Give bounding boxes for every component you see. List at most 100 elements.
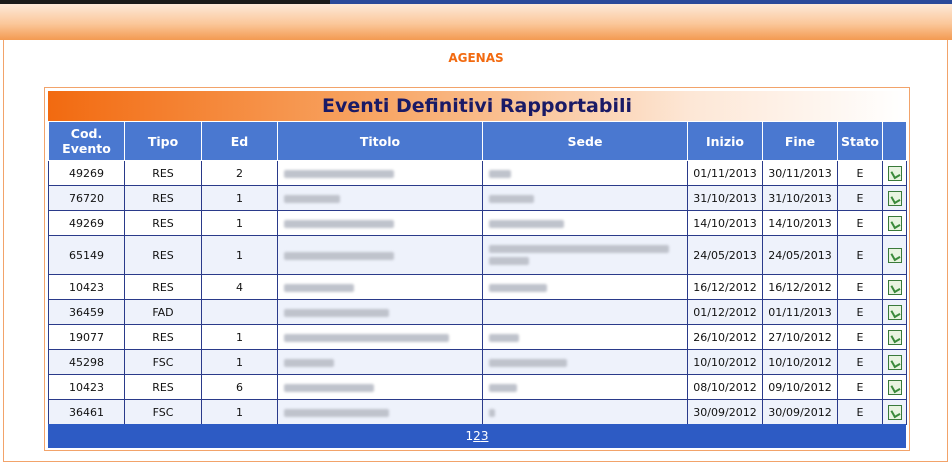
cell-inizio: 01/11/2013 <box>687 160 763 186</box>
cell-sede <box>482 160 688 186</box>
cell-cod-evento: 76720 <box>48 185 125 211</box>
edit-report-icon[interactable] <box>887 215 902 231</box>
org-name: AGENAS <box>448 51 504 65</box>
cell-cod-evento: 19077 <box>48 324 125 350</box>
title-bar: Eventi Definitivi Rapportabili <box>48 91 906 121</box>
redacted-text <box>489 333 519 342</box>
cell-sede <box>482 274 688 300</box>
cell-cod-evento: 65149 <box>48 235 125 275</box>
header-band <box>0 4 952 40</box>
cell-sede <box>482 324 688 350</box>
table-row[interactable]: 36459 FAD 01/12/2012 01/11/2013 E <box>48 299 907 325</box>
redacted-text <box>489 257 529 265</box>
page-link-2[interactable]: 2 <box>473 429 481 443</box>
cell-inizio: 26/10/2012 <box>687 324 763 350</box>
cell-sede <box>482 210 688 236</box>
col-sede[interactable]: Sede <box>482 121 688 161</box>
cell-sede <box>482 349 688 375</box>
redacted-text <box>489 283 547 292</box>
redacted-text <box>284 251 394 260</box>
edit-report-icon[interactable] <box>887 379 902 395</box>
cell-action <box>882 235 907 275</box>
table-header-row: Cod. Evento Tipo Ed Titolo Sede Inizio F… <box>48 121 907 161</box>
redacted-text <box>489 194 534 203</box>
redacted-text <box>284 358 334 367</box>
edit-report-icon[interactable] <box>887 247 902 263</box>
cell-fine: 24/05/2013 <box>762 235 838 275</box>
col-fine[interactable]: Fine <box>762 121 838 161</box>
cell-inizio: 08/10/2012 <box>687 374 763 400</box>
redacted-text <box>489 169 511 178</box>
cell-fine: 31/10/2013 <box>762 185 838 211</box>
redacted-text <box>284 408 389 417</box>
cell-action <box>882 160 907 186</box>
cell-ed: 1 <box>201 399 278 425</box>
cell-inizio: 14/10/2013 <box>687 210 763 236</box>
col-inizio[interactable]: Inizio <box>687 121 763 161</box>
cell-cod-evento: 49269 <box>48 160 125 186</box>
col-tipo[interactable]: Tipo <box>124 121 202 161</box>
cell-fine: 09/10/2012 <box>762 374 838 400</box>
edit-report-icon[interactable] <box>887 354 902 370</box>
table-row[interactable]: 19077 RES 1 26/10/2012 27/10/2012 E <box>48 324 907 350</box>
col-cod-evento[interactable]: Cod. Evento <box>48 121 125 161</box>
cell-fine: 01/11/2013 <box>762 299 838 325</box>
events-table: Cod. Evento Tipo Ed Titolo Sede Inizio F… <box>48 121 907 425</box>
edit-report-icon[interactable] <box>887 190 902 206</box>
cell-tipo: RES <box>124 274 202 300</box>
cell-tipo: RES <box>124 160 202 186</box>
cell-inizio: 10/10/2012 <box>687 349 763 375</box>
cell-action <box>882 185 907 211</box>
cell-tipo: RES <box>124 185 202 211</box>
cell-ed: 2 <box>201 160 278 186</box>
edit-report-icon[interactable] <box>887 165 902 181</box>
cell-ed: 6 <box>201 374 278 400</box>
redacted-text <box>284 194 340 203</box>
cell-ed: 1 <box>201 324 278 350</box>
cell-tipo: FSC <box>124 399 202 425</box>
redacted-text <box>284 283 354 292</box>
edit-report-icon[interactable] <box>887 304 902 320</box>
cell-ed: 1 <box>201 235 278 275</box>
col-stato[interactable]: Stato <box>837 121 883 161</box>
table-row[interactable]: 65149 RES 1 24/05/2013 24/05/2013 E <box>48 235 907 275</box>
cell-sede <box>482 374 688 400</box>
cell-stato: E <box>837 374 883 400</box>
table-row[interactable]: 76720 RES 1 31/10/2013 31/10/2013 E <box>48 185 907 211</box>
edit-report-icon[interactable] <box>887 329 902 345</box>
cell-ed: 1 <box>201 349 278 375</box>
edit-report-icon[interactable] <box>887 404 902 420</box>
table-row[interactable]: 10423 RES 4 16/12/2012 16/12/2012 E <box>48 274 907 300</box>
cell-stato: E <box>837 399 883 425</box>
cell-titolo <box>277 299 483 325</box>
cell-titolo <box>277 349 483 375</box>
cell-cod-evento: 10423 <box>48 374 125 400</box>
page-link-3[interactable]: 3 <box>481 429 489 443</box>
cell-sede <box>482 235 688 275</box>
cell-tipo: RES <box>124 210 202 236</box>
cell-inizio: 30/09/2012 <box>687 399 763 425</box>
redacted-text <box>284 383 374 392</box>
cell-stato: E <box>837 349 883 375</box>
cell-tipo: FSC <box>124 349 202 375</box>
redacted-text <box>489 219 564 228</box>
redacted-text <box>489 408 495 417</box>
col-titolo[interactable]: Titolo <box>277 121 483 161</box>
table-row[interactable]: 49269 RES 2 01/11/2013 30/11/2013 E <box>48 160 907 186</box>
table-row[interactable]: 45298 FSC 1 10/10/2012 10/10/2012 E <box>48 349 907 375</box>
table-row[interactable]: 49269 RES 1 14/10/2013 14/10/2013 E <box>48 210 907 236</box>
cell-titolo <box>277 324 483 350</box>
cell-stato: E <box>837 235 883 275</box>
cell-titolo <box>277 374 483 400</box>
cell-inizio: 16/12/2012 <box>687 274 763 300</box>
cell-fine: 30/09/2012 <box>762 399 838 425</box>
table-row[interactable]: 36461 FSC 1 30/09/2012 30/09/2012 E <box>48 399 907 425</box>
table-row[interactable]: 10423 RES 6 08/10/2012 09/10/2012 E <box>48 374 907 400</box>
cell-action <box>882 210 907 236</box>
col-ed[interactable]: Ed <box>201 121 278 161</box>
cell-ed: 4 <box>201 274 278 300</box>
cell-action <box>882 299 907 325</box>
cell-ed: 1 <box>201 185 278 211</box>
edit-report-icon[interactable] <box>887 279 902 295</box>
cell-titolo <box>277 160 483 186</box>
